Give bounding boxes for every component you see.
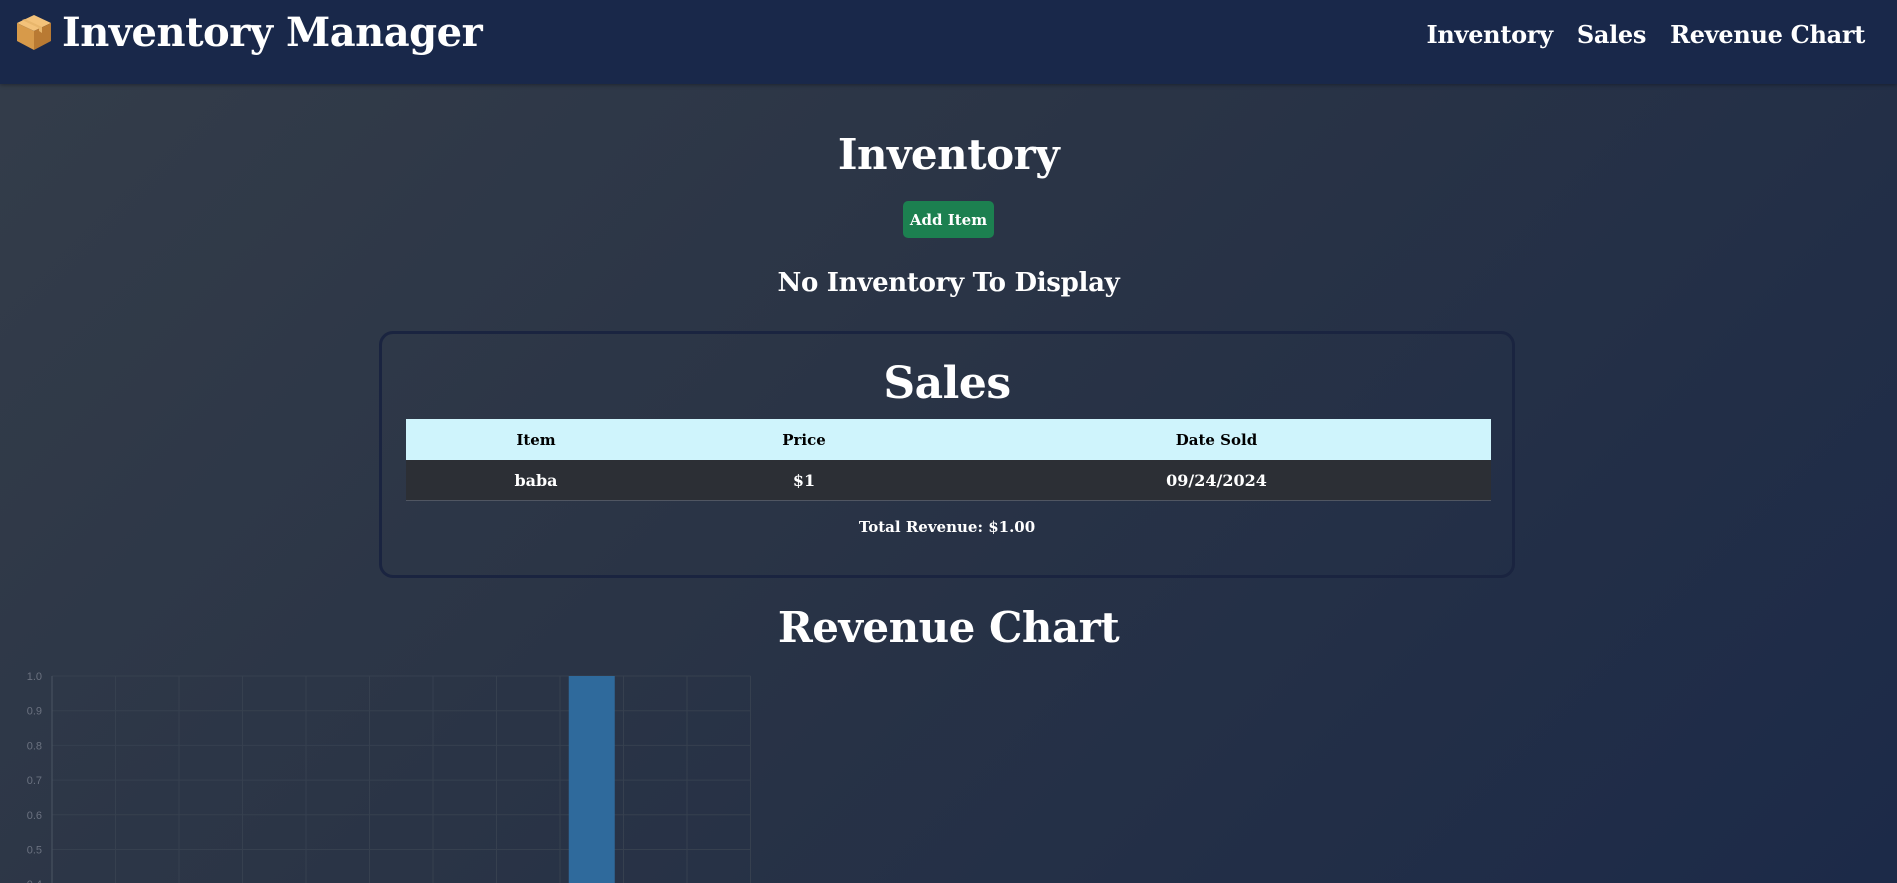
revenue-chart: 1.0 0.9 0.8 0.7 0.6 0.5 0.4 xyxy=(27,671,751,883)
package-box-icon xyxy=(14,12,54,52)
total-revenue: Total Revenue: $1.00 xyxy=(858,518,1036,536)
y-tick-label: 0.5 xyxy=(27,845,42,857)
empty-inventory-message: No Inventory To Display xyxy=(777,268,1120,298)
y-tick-label: 0.9 xyxy=(27,706,42,718)
nav-link-revenue-chart[interactable]: Revenue Chart xyxy=(1670,20,1865,49)
nav-link-sales[interactable]: Sales xyxy=(1577,20,1647,49)
sales-heading: Sales xyxy=(883,358,1011,409)
sales-table: Item Price Date Sold baba $1 09/24/2024 xyxy=(406,419,1491,501)
navbar: Inventory Manager Inventory Sales Revenu… xyxy=(0,0,1897,84)
inventory-heading: Inventory xyxy=(837,130,1060,179)
column-header-price: Price xyxy=(666,419,942,460)
app-title: Inventory Manager xyxy=(62,8,483,56)
add-item-button[interactable]: Add Item xyxy=(903,201,994,238)
nav-links: Inventory Sales Revenue Chart xyxy=(1426,20,1865,49)
revenue-chart-heading: Revenue Chart xyxy=(777,603,1120,652)
cell-date-sold: 09/24/2024 xyxy=(942,460,1491,501)
brand[interactable]: Inventory Manager xyxy=(14,6,483,58)
table-row: baba $1 09/24/2024 xyxy=(406,460,1491,501)
y-tick-label: 0.4 xyxy=(27,879,42,883)
y-tick-label: 0.6 xyxy=(27,810,42,822)
column-header-date-sold: Date Sold xyxy=(942,419,1491,460)
y-tick-label: 0.7 xyxy=(27,775,42,787)
table-header-row: Item Price Date Sold xyxy=(406,419,1491,460)
column-header-item: Item xyxy=(406,419,666,460)
y-tick-label: 1.0 xyxy=(27,671,42,683)
sales-card: Sales Item Price Date Sold baba $1 09/24… xyxy=(379,331,1515,578)
cell-price: $1 xyxy=(666,460,942,501)
cell-item: baba xyxy=(406,460,666,501)
y-tick-label: 0.8 xyxy=(27,740,42,752)
nav-link-inventory[interactable]: Inventory xyxy=(1426,20,1553,49)
revenue-bar xyxy=(568,676,615,883)
